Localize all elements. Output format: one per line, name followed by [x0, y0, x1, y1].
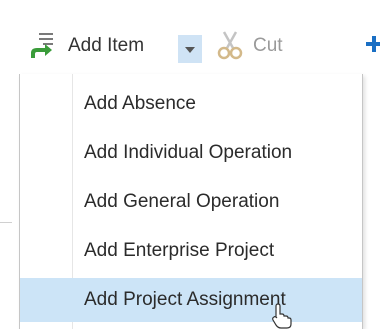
menu-item-add-general-operation[interactable]: Add General Operation: [20, 180, 362, 224]
cut-button[interactable]: Cut: [253, 35, 283, 57]
divider: [0, 222, 12, 223]
menu-item-add-enterprise-project[interactable]: Add Enterprise Project: [20, 229, 362, 273]
menu-item-label: Add Absence: [84, 93, 196, 114]
menu-item-label: Add Enterprise Project: [84, 240, 275, 261]
toolbar: Add Item Cut: [12, 0, 380, 74]
scissors-icon[interactable]: [216, 30, 244, 60]
add-item-dropdown-menu: Add Absence Add Individual Operation Add…: [19, 74, 363, 329]
add-item-button[interactable]: Add Item: [68, 35, 144, 57]
add-item-dropdown-button[interactable]: [178, 35, 202, 63]
menu-item-label: Add Individual Operation: [84, 142, 293, 163]
menu-item-add-absence[interactable]: Add Absence: [20, 82, 362, 126]
chevron-down-icon: [185, 47, 195, 53]
menu-item-add-project-assignment[interactable]: Add Project Assignment: [20, 278, 362, 322]
plus-icon[interactable]: [366, 36, 380, 52]
menu-item-label: Add General Operation: [84, 191, 280, 212]
screen: Add Item Cut Add Absence Add Individual …: [0, 0, 380, 329]
menu-item-label: Add Project Assignment: [84, 289, 286, 310]
add-item-arrow-icon[interactable]: [27, 31, 57, 61]
menu-item-add-individual-operation[interactable]: Add Individual Operation: [20, 131, 362, 175]
left-panel-edge: [0, 0, 12, 329]
mouse-cursor-icon: [271, 303, 293, 329]
